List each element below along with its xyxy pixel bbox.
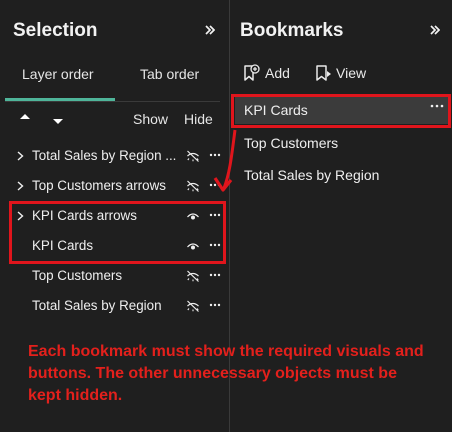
more-options-icon[interactable] [429, 100, 445, 112]
bookmark-label: Top Customers [244, 135, 339, 151]
layer-item-kpi-cards-arrows[interactable]: KPI Cards arrows [12, 203, 224, 229]
tab-tab-order[interactable]: Tab order [140, 66, 199, 82]
eye-off-icon[interactable] [186, 299, 200, 313]
move-up-button[interactable] [17, 110, 33, 124]
move-down-icon [53, 119, 63, 124]
move-up-icon [20, 114, 30, 119]
chevron-right-icon[interactable] [16, 178, 26, 194]
layer-label: Total Sales by Region ... [32, 148, 177, 163]
annotation-note: Each bookmark must show the required vis… [28, 343, 424, 404]
eye-off-icon[interactable] [186, 149, 200, 163]
show-all-button[interactable]: Show [133, 111, 168, 127]
callout-arrow-icon [213, 129, 237, 192]
layer-label: Total Sales by Region [32, 298, 162, 313]
layer-item-top-customers-arrows[interactable]: Top Customers arrows [12, 173, 224, 199]
view-bookmarks-label: View [336, 65, 367, 81]
add-bookmark-label: Add [265, 65, 290, 81]
bookmark-item-total-sales-by-region[interactable]: Total Sales by Region [235, 162, 450, 189]
layer-item-kpi-cards[interactable]: KPI Cards [12, 233, 224, 259]
bookmark-label: KPI Cards [244, 102, 308, 118]
bookmark-label: Total Sales by Region [244, 167, 380, 183]
chevron-double-right-icon [205, 25, 215, 35]
bookmark-add-icon [244, 64, 260, 81]
eye-off-icon[interactable] [186, 269, 200, 283]
bookmarks-pane-title: Bookmarks [240, 20, 344, 41]
app-frame: Selection Layer order Tab order Show Hid… [0, 0, 452, 432]
layer-label: KPI Cards [32, 238, 94, 253]
add-bookmark-button[interactable]: Add [242, 63, 298, 83]
layer-label: KPI Cards arrows [32, 208, 137, 223]
bookmark-item-kpi-cards[interactable]: KPI Cards [235, 97, 450, 124]
bookmark-item-top-customers[interactable]: Top Customers [235, 130, 450, 157]
selection-collapse-button[interactable] [201, 18, 219, 42]
bookmarks-collapse-button[interactable] [426, 18, 444, 42]
layer-label: Top Customers [32, 268, 123, 283]
more-options-icon[interactable] [209, 208, 221, 222]
eye-icon[interactable] [186, 239, 200, 253]
layer-item-total-sales-by-region[interactable]: Total Sales by Region [12, 293, 224, 319]
chevron-right-icon[interactable] [16, 208, 26, 224]
eye-off-icon[interactable] [186, 179, 200, 193]
layer-label: Top Customers arrows [32, 178, 166, 193]
eye-icon[interactable] [186, 209, 200, 223]
chevron-right-icon[interactable] [16, 148, 26, 164]
more-options-icon[interactable] [209, 268, 221, 282]
tab-divider [5, 101, 220, 102]
selection-pane-title: Selection [13, 20, 98, 41]
hide-all-button[interactable]: Hide [184, 111, 213, 127]
layer-item-total-sales-by-region-group[interactable]: Total Sales by Region ... [12, 143, 224, 169]
chevron-double-right-icon [430, 25, 440, 35]
layer-item-top-customers[interactable]: Top Customers [12, 263, 224, 289]
move-down-button[interactable] [50, 115, 66, 129]
bookmark-view-icon [316, 65, 331, 81]
tab-layer-order[interactable]: Layer order [22, 66, 94, 82]
more-options-icon[interactable] [209, 238, 221, 252]
view-bookmarks-button[interactable]: View [314, 63, 374, 83]
more-options-icon[interactable] [209, 298, 221, 312]
